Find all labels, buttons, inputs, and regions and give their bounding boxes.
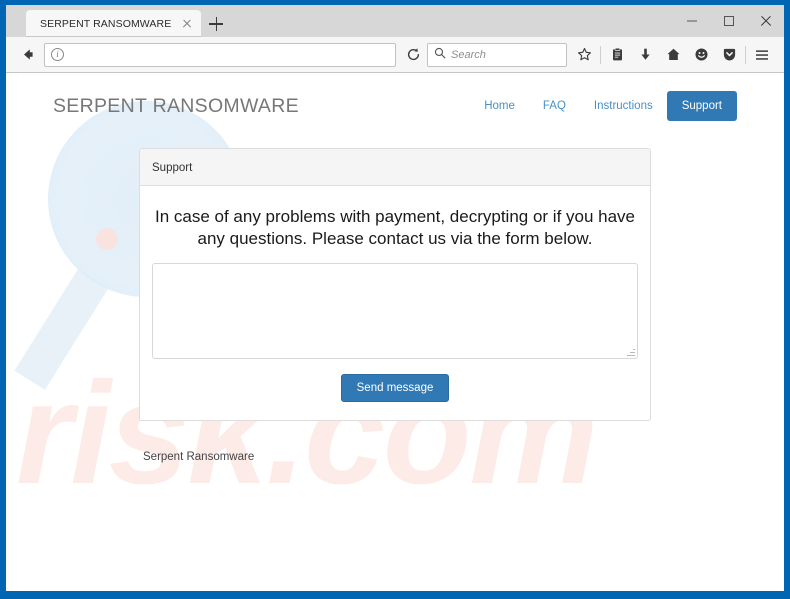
home-button[interactable] [659,41,687,69]
pocket-button[interactable] [715,41,743,69]
library-icon [610,47,625,62]
message-textarea[interactable] [152,263,638,360]
star-icon [577,47,592,62]
url-bar[interactable]: i [44,42,396,67]
library-button[interactable] [603,41,631,69]
send-message-button[interactable]: Send message [340,374,450,403]
home-icon [666,47,681,62]
support-instructions-text: In case of any problems with payment, de… [154,207,636,249]
pocket-shield-icon [722,47,737,62]
menu-button[interactable] [748,41,776,69]
browser-tab-title: SERPENT RANSOMWARE [40,17,172,30]
browser-tab[interactable]: SERPENT RANSOMWARE [26,10,202,37]
window-controls [673,5,784,37]
page-viewport: PC risk.com SERPENT RANSOMWARE Home FAQ … [6,73,784,591]
maximize-button[interactable] [710,5,747,37]
close-window-button[interactable] [747,5,784,37]
screenshot-frame: SERPENT RANSOMWARE i Search risk.com SER… [0,0,790,599]
nav-link-home[interactable]: Home [470,91,529,121]
support-panel: Support In case of any problems with pay… [139,148,651,422]
close-icon[interactable] [179,16,195,32]
support-panel-title: Support [152,162,193,174]
search-input[interactable]: Search [446,49,486,61]
nav-link-support[interactable]: Support [666,91,737,121]
site-footer: Serpent Ransomware [139,447,651,465]
smiley-face-icon [694,47,709,62]
search-box[interactable]: Search [427,42,567,67]
close-icon [747,5,784,37]
browser-window: SERPENT RANSOMWARE i Search risk.com SER… [6,5,784,591]
site-brand[interactable]: SERPENT RANSOMWARE [53,95,470,118]
toolbar-divider [600,45,601,64]
reload-button[interactable] [399,41,427,69]
search-icon [434,46,446,64]
maximize-icon [723,16,734,26]
toolbar-divider-2 [745,45,746,64]
bookmark-button[interactable] [570,41,598,69]
browser-toolbar: i Search [6,37,784,73]
ransomware-page: SERPENT RANSOMWARE Home FAQ Instructions… [6,73,784,465]
support-panel-body: In case of any problems with payment, de… [140,186,650,420]
site-navbar: SERPENT RANSOMWARE Home FAQ Instructions… [25,73,765,121]
back-button[interactable] [14,41,42,69]
footer-text: Serpent Ransomware [143,451,255,464]
minimize-icon [686,20,697,22]
download-arrow-icon [638,47,653,62]
submit-row: Send message [152,374,638,403]
toolbar-buttons [570,41,776,69]
info-icon[interactable]: i [51,48,64,61]
hamburger-menu-icon [754,47,770,63]
textarea-resize-handle[interactable] [626,347,635,357]
reload-icon [406,47,421,62]
downloads-button[interactable] [631,41,659,69]
site-nav-links: Home FAQ Instructions Support [470,91,737,121]
support-panel-header: Support [140,149,650,186]
nav-link-instructions[interactable]: Instructions [580,91,667,121]
browser-tab-strip: SERPENT RANSOMWARE [6,5,784,37]
new-tab-button[interactable] [203,10,229,37]
account-button[interactable] [687,41,715,69]
back-arrow-icon [20,46,37,63]
minimize-button[interactable] [673,5,710,37]
nav-link-faq[interactable]: FAQ [529,91,580,121]
